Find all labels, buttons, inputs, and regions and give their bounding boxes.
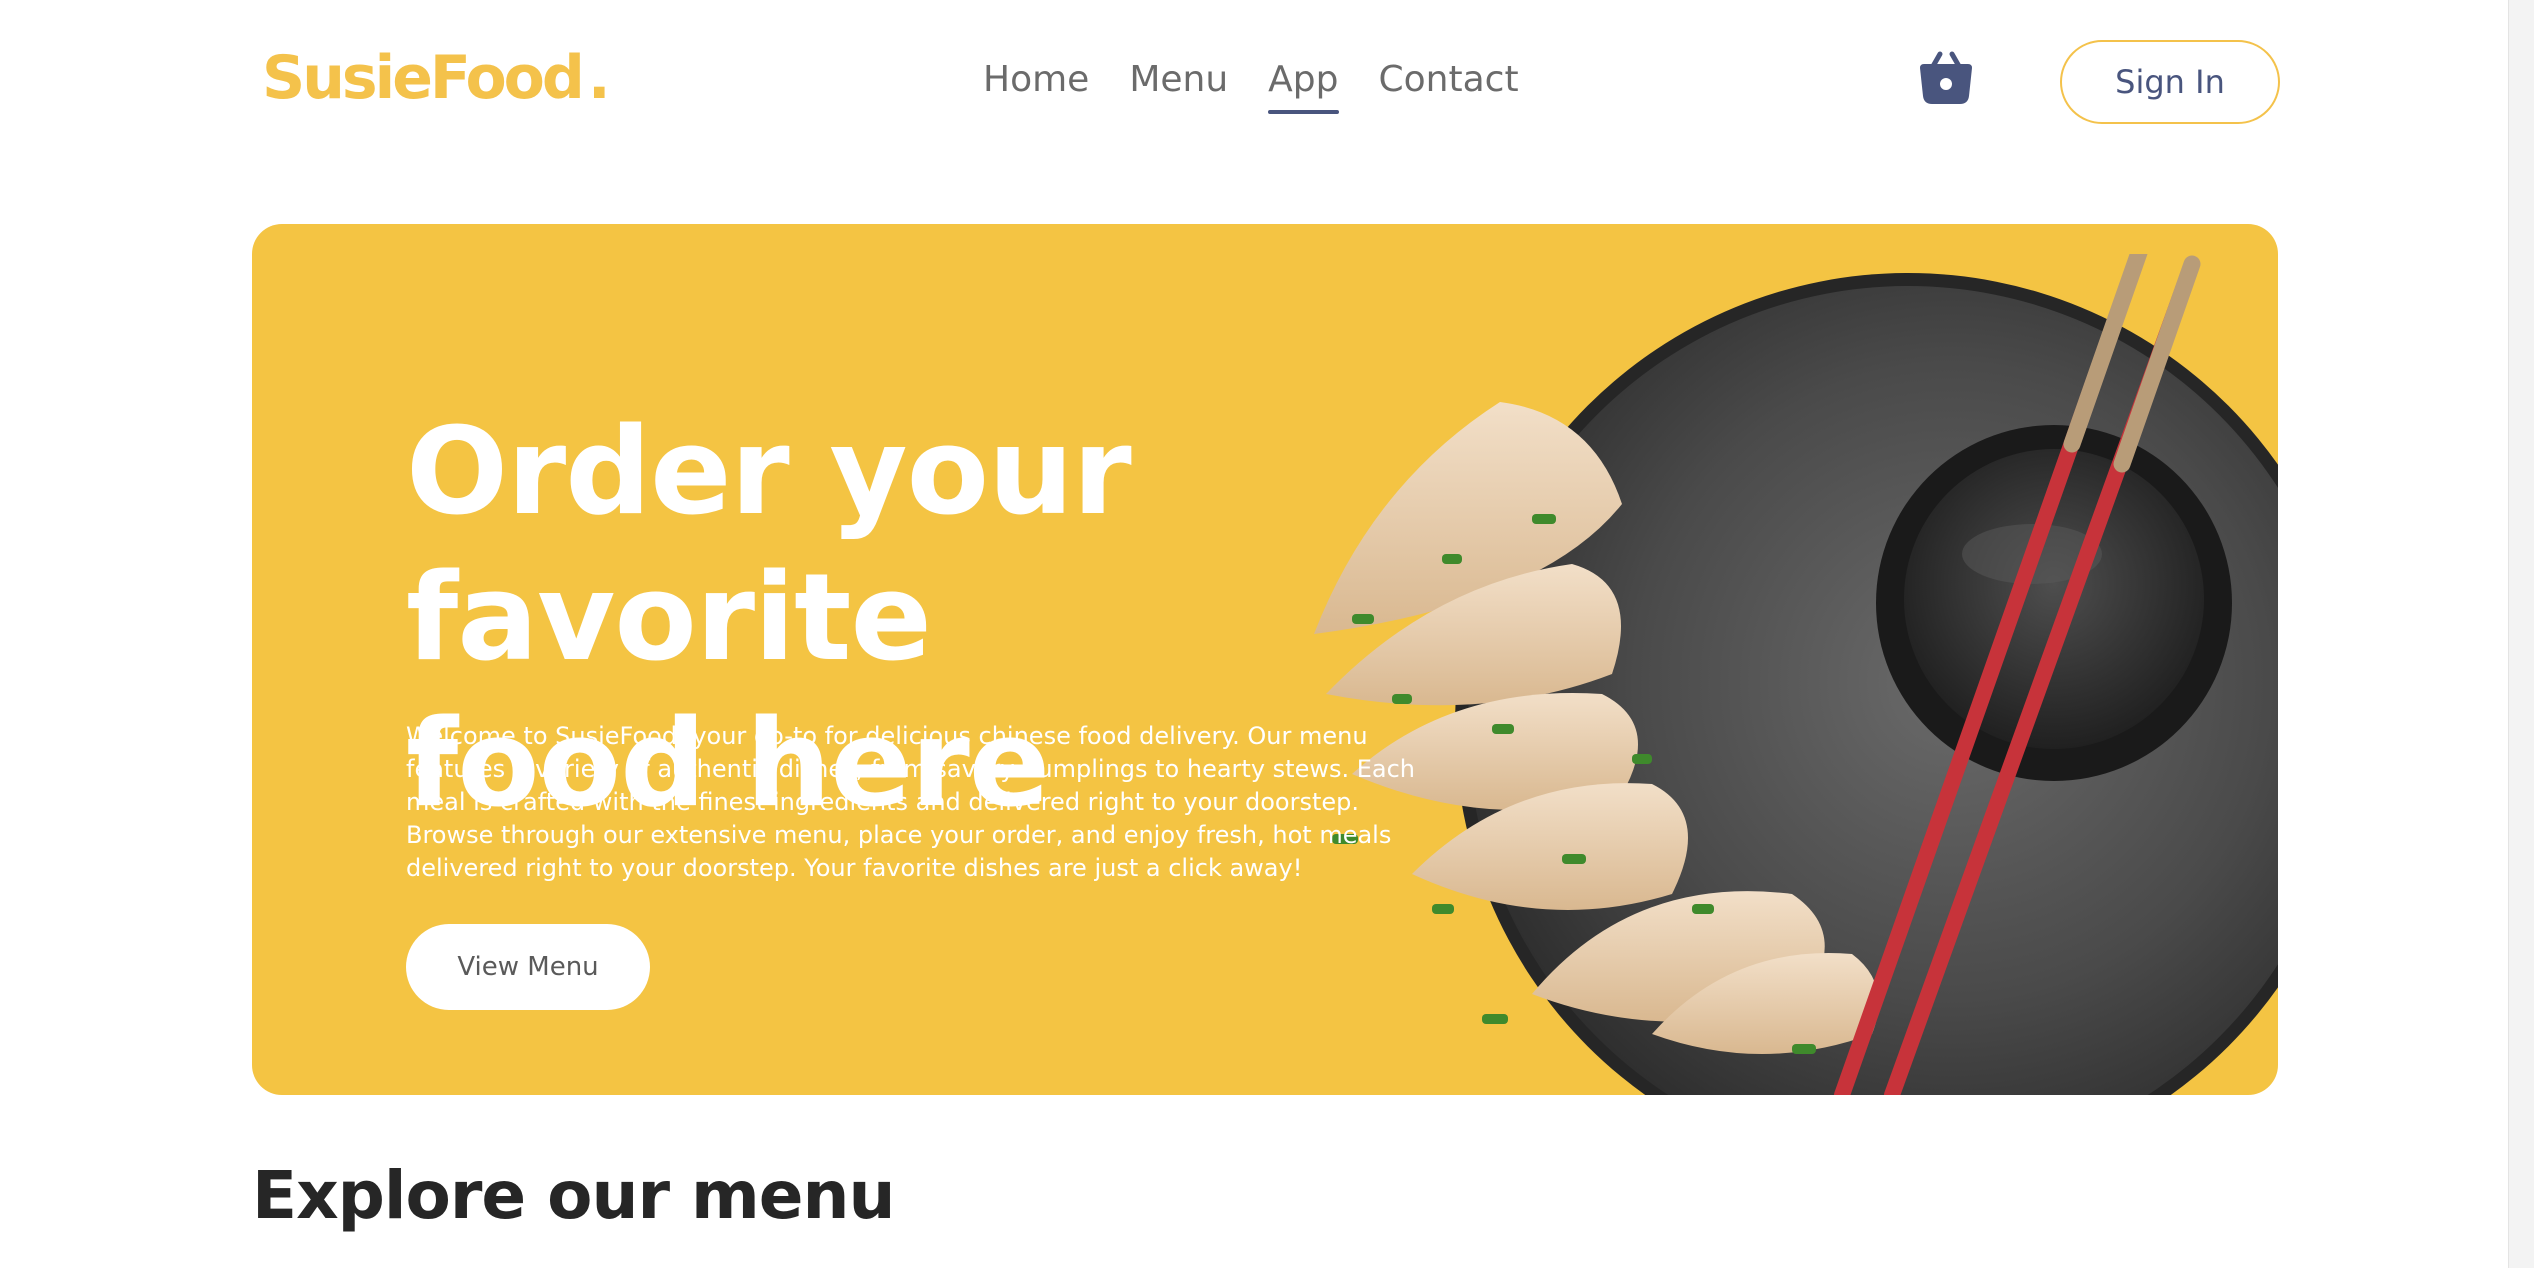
- brand-name: SusieFood: [262, 43, 585, 113]
- main-nav: Home Menu App Contact: [983, 52, 1519, 114]
- nav-item-home[interactable]: Home: [983, 52, 1089, 108]
- hero-title-line-1: Order your favorite: [406, 403, 1132, 688]
- scrollbar[interactable]: [2508, 0, 2534, 1268]
- nav-item-menu[interactable]: Menu: [1129, 52, 1228, 108]
- brand-dot: .: [587, 43, 611, 113]
- basket-icon[interactable]: [1916, 48, 1976, 108]
- nav-item-app[interactable]: App: [1268, 52, 1339, 114]
- hero-description: Welcome to SusieFood, your go-to for del…: [406, 722, 1416, 882]
- nav-item-contact[interactable]: Contact: [1379, 52, 1519, 108]
- view-menu-button[interactable]: View Menu: [406, 924, 650, 1010]
- sign-in-button[interactable]: Sign In: [2060, 40, 2280, 124]
- hero-banner: Order your favorite food here Welcome to…: [252, 224, 2278, 1095]
- page: SusieFood. Home Menu App Contact Sign In: [0, 0, 2534, 1268]
- explore-menu-heading: Explore our menu: [252, 1157, 896, 1234]
- brand-logo[interactable]: SusieFood.: [262, 42, 611, 114]
